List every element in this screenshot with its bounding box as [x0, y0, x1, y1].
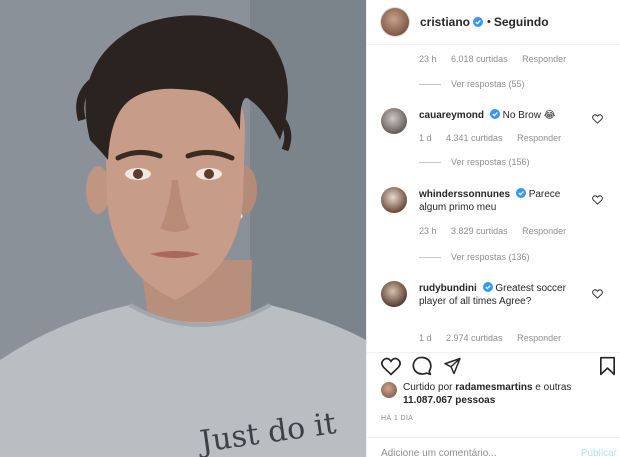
view-replies-button[interactable]: Ver respostas (55) — [419, 79, 525, 89]
comment-likes[interactable]: 6.018 curtidas — [451, 54, 508, 64]
reply-button[interactable]: Responder — [522, 226, 566, 236]
view-replies-button[interactable]: Ver respostas (156) — [419, 157, 530, 167]
comment-text-block: rudybundini Greatest soccer player of al… — [419, 282, 589, 308]
view-replies-label: Ver respostas (55) — [451, 79, 525, 89]
portrait-illustration: Just do it — [0, 0, 366, 457]
share-icon[interactable] — [443, 357, 462, 375]
verified-icon — [489, 109, 500, 119]
bookmark-icon[interactable] — [599, 356, 616, 376]
comment-heart-icon[interactable] — [592, 289, 603, 299]
comment-likes[interactable]: 4.341 curtidas — [446, 133, 503, 143]
commenter-username[interactable]: cauareymond — [419, 110, 484, 121]
comment-icon[interactable] — [412, 356, 432, 376]
comment-meta: 23 h 6.018 curtidas Responder — [419, 54, 578, 64]
comment-text-block: whinderssonnunes Parece algum primo meu — [419, 188, 589, 214]
author-avatar[interactable] — [381, 8, 409, 36]
reply-button[interactable]: Responder — [517, 333, 561, 343]
add-comment-row: Adicione um comentário... Publicar — [367, 437, 620, 457]
post-photo[interactable]: Just do it — [0, 0, 366, 457]
liker-avatar[interactable] — [381, 382, 397, 398]
replies-line — [419, 256, 441, 258]
comment-time: 1 d — [419, 333, 432, 343]
post-actions: Curtido por radamesmartins e outras 11.0… — [367, 352, 620, 457]
post-timestamp[interactable]: HÁ 1 DIA — [381, 415, 413, 422]
comment-meta: 1 d 2.974 curtidas Responder — [419, 333, 573, 343]
comment-text-block: cauareymond No Brow 😂 — [419, 109, 589, 122]
comment-time: 23 h — [419, 54, 437, 64]
verified-icon — [473, 17, 484, 27]
commenter-username[interactable]: whinderssonnunes — [419, 189, 510, 200]
verified-icon — [515, 188, 526, 198]
liked-by-count[interactable]: 11.087.067 pessoas — [403, 395, 495, 406]
comment-meta: 1 d 4.341 curtidas Responder — [419, 133, 573, 143]
comment-time: 1 d — [419, 133, 432, 143]
liked-by-prefix: Curtido por — [403, 382, 453, 393]
liked-by: Curtido por radamesmartins e outras 11.0… — [381, 381, 573, 407]
publish-button[interactable]: Publicar — [581, 448, 617, 457]
commenter-avatar[interactable] — [381, 187, 407, 213]
comment-input[interactable]: Adicione um comentário... — [381, 448, 497, 457]
commenter-username[interactable]: rudybundini — [419, 283, 477, 294]
comment-likes[interactable]: 3.829 curtidas — [451, 226, 508, 236]
view-replies-label: Ver respostas (136) — [451, 252, 530, 262]
reply-button[interactable]: Responder — [517, 133, 561, 143]
commenter-avatar[interactable] — [381, 108, 407, 134]
comment-heart-icon[interactable] — [592, 195, 603, 205]
view-replies-label: Ver respostas (156) — [451, 157, 530, 167]
liked-by-user[interactable]: radamesmartins — [455, 382, 532, 393]
liked-by-text: Curtido por radamesmartins e outras 11.0… — [403, 381, 573, 407]
reply-button[interactable]: Responder — [522, 54, 566, 64]
replies-line — [419, 83, 441, 85]
post-side-panel: cristiano • Seguindo 23 h 6.018 curtidas… — [366, 0, 620, 457]
separator-dot: • — [487, 16, 491, 28]
comment-heart-icon[interactable] — [592, 114, 603, 124]
heart-icon[interactable] — [381, 357, 401, 376]
comment-time: 23 h — [419, 226, 437, 236]
comment-meta: 23 h 3.829 curtidas Responder — [419, 226, 578, 236]
commenter-avatar[interactable] — [381, 281, 407, 307]
comment-text: No Brow 😂 — [502, 110, 556, 121]
post-header: cristiano • Seguindo — [367, 0, 620, 45]
view-replies-button[interactable]: Ver respostas (136) — [419, 252, 530, 262]
author-username[interactable]: cristiano — [420, 15, 470, 29]
comment-likes[interactable]: 2.974 curtidas — [446, 333, 503, 343]
replies-line — [419, 161, 441, 163]
liked-by-connector: e outras — [535, 382, 572, 393]
verified-icon — [482, 282, 493, 292]
comments-list[interactable]: 23 h 6.018 curtidas Responder Ver respos… — [367, 46, 620, 352]
following-button[interactable]: Seguindo — [494, 15, 549, 29]
